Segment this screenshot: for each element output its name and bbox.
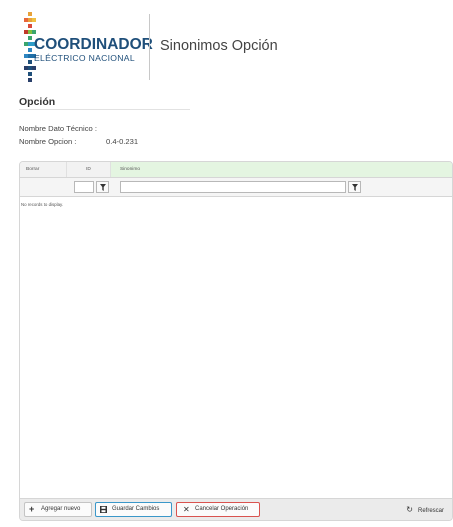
- grid-toolbar: + Agregar nuevo Guardar Cambios ✕ Cancel…: [20, 498, 452, 520]
- page-title: Sinonimos Opción: [160, 38, 278, 54]
- filter-row: [20, 178, 452, 197]
- column-header-borrar[interactable]: Borrar: [20, 162, 67, 177]
- sinonimo-filter-button[interactable]: [348, 181, 361, 193]
- add-new-label: Agregar nuevo: [41, 506, 81, 512]
- column-header-sinonimo[interactable]: Sinonimo: [111, 162, 452, 177]
- info-row-nombre-opcion: Nombre Opcion : 0.4-0.231: [19, 137, 138, 146]
- coordinador-logo: COORDINADOR ELÉCTRICO NACIONAL: [22, 10, 153, 86]
- info-label-nombre-opcion: Nombre Opcion :: [19, 137, 77, 146]
- grid-header: Borrar ID Sinonimo: [20, 162, 452, 178]
- synonyms-grid: Borrar ID Sinonimo No records to display…: [19, 161, 453, 521]
- plus-icon: +: [29, 504, 35, 514]
- sinonimo-filter-input[interactable]: [120, 181, 346, 193]
- refresh-icon: ↻: [406, 505, 413, 514]
- info-label-dato-tecnico: Nombre Dato Técnico :: [19, 124, 97, 133]
- info-row-dato-tecnico: Nombre Dato Técnico :: [19, 124, 97, 133]
- id-filter-input[interactable]: [74, 181, 94, 193]
- id-filter-button[interactable]: [96, 181, 109, 193]
- header-divider: [149, 14, 150, 80]
- refresh-label: Refrescar: [417, 508, 444, 514]
- info-value-nombre-opcion: 0.4-0.231: [106, 137, 139, 146]
- save-changes-label: Guardar Cambios: [112, 506, 160, 512]
- no-records-message: No records to display.: [21, 202, 64, 207]
- filter-icon: [352, 184, 358, 191]
- section-title: Opción: [19, 96, 56, 108]
- logo-text-secondary: ELÉCTRICO NACIONAL: [34, 53, 135, 63]
- cancel-operation-button[interactable]: ✕ Cancelar Operación: [176, 502, 260, 517]
- cancel-operation-label: Cancelar Operación: [195, 506, 249, 512]
- section-divider: [19, 109, 190, 110]
- save-changes-button[interactable]: Guardar Cambios: [95, 502, 172, 517]
- close-icon: ✕: [183, 505, 190, 514]
- refresh-button[interactable]: ↻ Refrescar: [406, 502, 444, 517]
- floppy-disk-icon: [100, 506, 107, 513]
- column-header-id[interactable]: ID: [67, 162, 111, 177]
- filter-icon: [100, 184, 106, 191]
- logo-text-primary: COORDINADOR: [34, 36, 153, 53]
- add-new-button[interactable]: + Agregar nuevo: [24, 502, 92, 517]
